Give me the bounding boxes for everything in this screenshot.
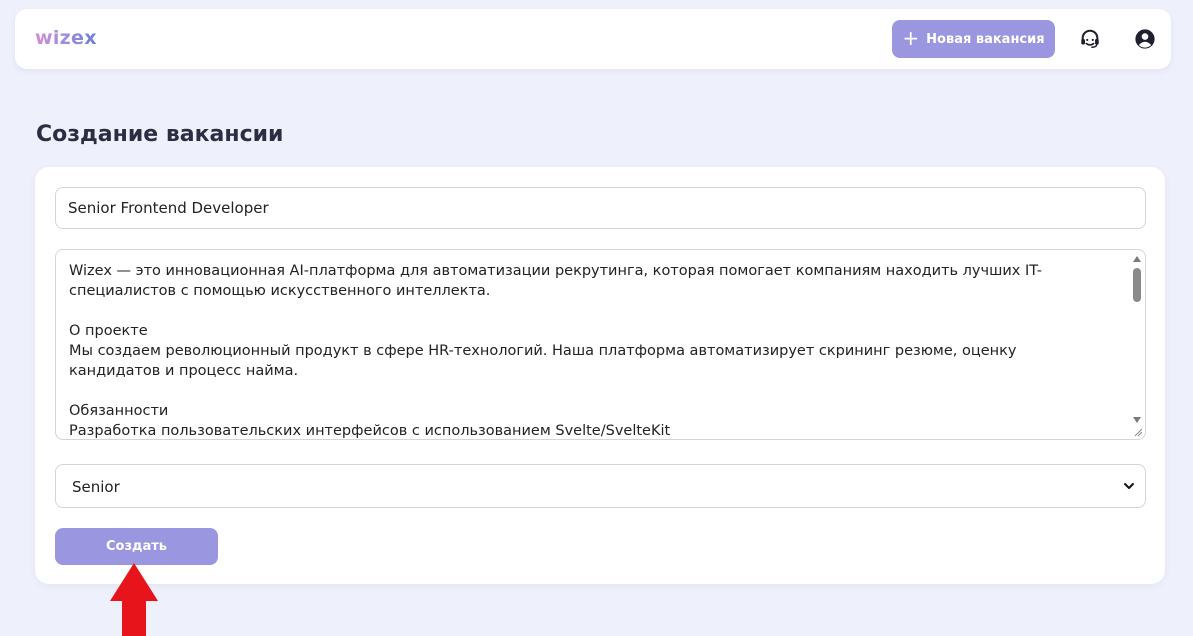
- profile-button[interactable]: [1132, 26, 1158, 52]
- vacancy-form-card: Wizex — это инновационная AI-платформа д…: [35, 167, 1165, 584]
- description-scrollbar[interactable]: [1130, 251, 1144, 438]
- chevron-down-icon: [1124, 483, 1134, 489]
- scroll-thumb[interactable]: [1133, 268, 1141, 302]
- page-title: Создание вакансии: [36, 122, 284, 147]
- vacancy-description-text: Wizex — это инновационная AI-платформа д…: [69, 263, 1043, 439]
- seniority-level-select[interactable]: Senior: [55, 464, 1146, 508]
- create-button[interactable]: Создать: [55, 528, 218, 565]
- top-header: wizex + Новая вакансия: [15, 9, 1171, 69]
- red-arrow-annotation-icon: [110, 563, 158, 636]
- wizex-logo[interactable]: wizex: [35, 27, 97, 49]
- new-vacancy-label: Новая вакансия: [926, 31, 1045, 47]
- vacancy-title-input[interactable]: [55, 187, 1146, 229]
- seniority-level-value: Senior: [72, 478, 120, 496]
- vacancy-description-textarea[interactable]: Wizex — это инновационная AI-платформа д…: [55, 249, 1146, 440]
- new-vacancy-button[interactable]: + Новая вакансия: [892, 20, 1055, 58]
- scroll-up-arrow-icon[interactable]: [1133, 256, 1141, 262]
- plus-icon: +: [902, 26, 920, 50]
- headset-icon: [1081, 29, 1099, 48]
- user-circle-icon: [1135, 29, 1155, 49]
- resize-grip-icon[interactable]: [1133, 427, 1143, 437]
- scroll-down-arrow-icon[interactable]: [1133, 417, 1141, 423]
- support-button[interactable]: [1077, 26, 1103, 52]
